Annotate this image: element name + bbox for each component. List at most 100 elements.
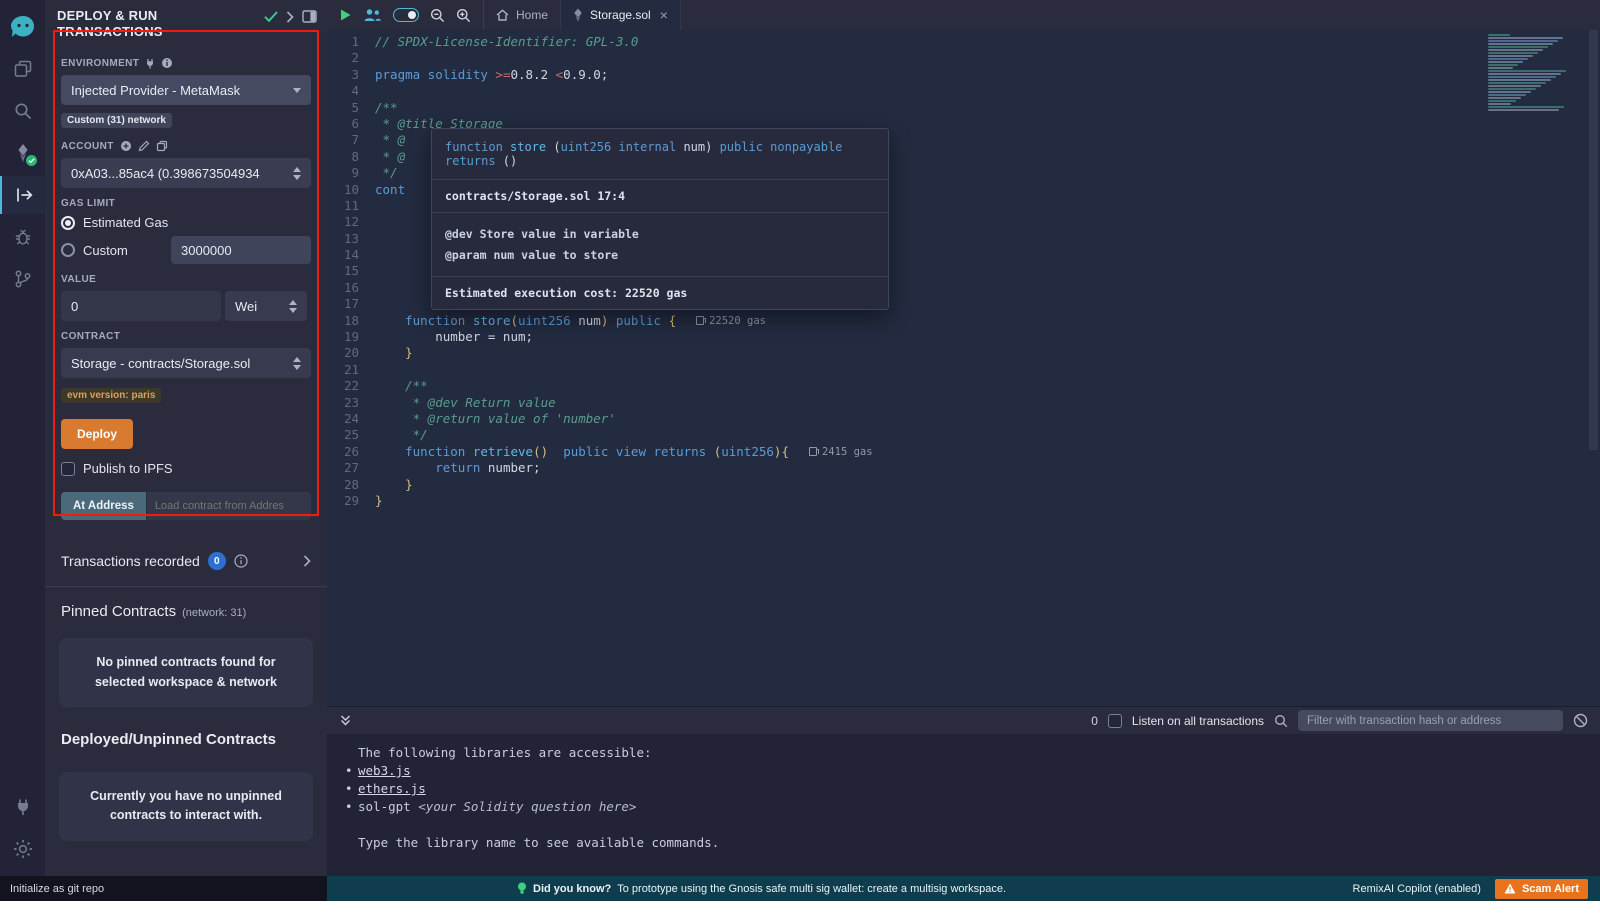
at-address-row: At Address (61, 492, 311, 520)
transaction-filter-input[interactable] (1298, 710, 1563, 731)
tooltip-doc: @dev Store value in variable @param num … (432, 212, 888, 276)
terminal-link[interactable]: ethers.js (358, 780, 426, 798)
line-number[interactable]: 6 (327, 116, 375, 132)
code-line: 1// SPDX-License-Identifier: GPL-3.0 (327, 34, 1600, 50)
value-unit-select[interactable]: Wei (225, 291, 307, 321)
plugin-manager-icon[interactable] (0, 788, 45, 826)
line-number[interactable]: 4 (327, 83, 375, 99)
deploy-button[interactable]: Deploy (61, 419, 133, 449)
collapse-terminal-icon[interactable] (339, 714, 352, 727)
compiler-icon[interactable] (0, 134, 45, 172)
line-number[interactable]: 21 (327, 362, 375, 378)
custom-gas-option[interactable]: Custom (61, 236, 311, 264)
line-number[interactable]: 24 (327, 411, 375, 427)
deployed-empty-message: Currently you have no unpinned contracts… (59, 772, 313, 841)
debugger-icon[interactable] (0, 218, 45, 256)
value-input[interactable] (61, 291, 221, 321)
tab-storage-sol[interactable]: Storage.sol × (561, 0, 681, 30)
publish-ipfs-row[interactable]: Publish to IPFS (61, 461, 311, 476)
line-number[interactable]: 8 (327, 149, 375, 165)
info-icon[interactable] (161, 57, 173, 69)
line-number[interactable]: 10 (327, 182, 375, 198)
workspace-icon[interactable] (0, 50, 45, 88)
custom-gas-radio[interactable] (61, 243, 75, 257)
line-number[interactable]: 20 (327, 345, 375, 361)
code-token: * @dev Return value (375, 395, 556, 410)
line-number[interactable]: 14 (327, 247, 375, 263)
code-editor[interactable]: 1// SPDX-License-Identifier: GPL-3.023pr… (327, 30, 1600, 706)
listen-checkbox[interactable] (1108, 714, 1122, 728)
at-address-button[interactable]: At Address (61, 492, 146, 520)
line-number[interactable]: 23 (327, 395, 375, 411)
tab-home[interactable]: Home (484, 0, 561, 30)
ipfs-checkbox[interactable] (61, 462, 75, 476)
line-number[interactable]: 19 (327, 329, 375, 345)
minimap-bar (1488, 94, 1526, 96)
line-number[interactable]: 29 (327, 493, 375, 509)
line-number[interactable]: 17 (327, 296, 375, 312)
line-number[interactable]: 15 (327, 263, 375, 279)
minimap-bar (1488, 61, 1523, 63)
line-number[interactable]: 5 (327, 100, 375, 116)
line-number[interactable]: 11 (327, 198, 375, 214)
environment-select[interactable]: Injected Provider - MetaMask (61, 75, 311, 105)
chevron-right-icon[interactable] (286, 11, 294, 23)
block-transactions-icon[interactable] (1573, 713, 1588, 728)
code-token: uint256 (721, 444, 774, 459)
plug-icon[interactable] (145, 58, 155, 69)
git-repo-status[interactable]: Initialize as git repo (0, 876, 327, 901)
code-line: 22 /** (327, 378, 1600, 394)
accounts-icon[interactable] (363, 8, 382, 22)
line-number[interactable]: 12 (327, 214, 375, 230)
line-number[interactable]: 2 (327, 50, 375, 66)
line-number[interactable]: 26 (327, 444, 375, 460)
terminal-link[interactable]: web3.js (358, 762, 411, 780)
info-icon[interactable] (234, 554, 248, 568)
contract-select[interactable]: Storage - contracts/Storage.sol (61, 348, 311, 378)
estimated-gas-radio[interactable] (61, 216, 75, 230)
zoom-out-icon[interactable] (430, 8, 445, 23)
copilot-status[interactable]: RemixAI Copilot (enabled) (1353, 883, 1481, 895)
estimated-gas-option[interactable]: Estimated Gas (61, 215, 311, 230)
line-number[interactable]: 7 (327, 132, 375, 148)
line-number[interactable]: 1 (327, 34, 375, 50)
play-icon[interactable] (339, 8, 352, 22)
remix-logo[interactable] (0, 8, 45, 46)
code-line: 20 } (327, 345, 1600, 361)
close-icon[interactable]: × (660, 7, 668, 23)
deploy-run-icon[interactable] (0, 176, 45, 214)
editor-scrollbar[interactable] (1589, 30, 1598, 450)
line-number[interactable]: 22 (327, 378, 375, 394)
line-number[interactable]: 16 (327, 280, 375, 296)
account-select[interactable]: 0xA03...85ac4 (0.398673504934 (61, 158, 311, 188)
compiled-check-icon (26, 155, 37, 166)
copy-icon[interactable] (156, 140, 168, 152)
code-line: 19 number = num; (327, 329, 1600, 345)
terminal[interactable]: The following libraries are accessible:•… (327, 734, 1600, 876)
line-number[interactable]: 27 (327, 460, 375, 476)
minimap-bar (1488, 70, 1566, 72)
settings-icon[interactable] (0, 830, 45, 868)
line-number[interactable]: 13 (327, 231, 375, 247)
line-number[interactable]: 25 (327, 427, 375, 443)
add-account-icon[interactable] (120, 140, 132, 152)
terminal-search-icon[interactable] (1274, 714, 1288, 728)
scam-alert-badge[interactable]: Scam Alert (1495, 879, 1588, 899)
did-you-know-tip: Did you know? To prototype using the Gno… (517, 882, 1006, 895)
search-icon[interactable] (0, 92, 45, 130)
chevron-right-icon[interactable] (303, 555, 311, 567)
code-token: return (435, 460, 480, 475)
at-address-input[interactable] (147, 492, 311, 520)
tooltip-location: contracts/Storage.sol 17:4 (432, 179, 888, 212)
line-number[interactable]: 9 (327, 165, 375, 181)
edit-icon[interactable] (138, 140, 150, 152)
line-number[interactable]: 18 (327, 313, 375, 329)
minimap[interactable] (1488, 34, 1584, 111)
panel-layout-icon[interactable] (302, 10, 317, 23)
line-number[interactable]: 3 (327, 67, 375, 83)
git-branch-icon[interactable] (0, 260, 45, 298)
zoom-in-icon[interactable] (456, 8, 471, 23)
toggle-icon[interactable] (393, 8, 419, 22)
custom-gas-input[interactable] (171, 236, 311, 264)
line-number[interactable]: 28 (327, 477, 375, 493)
